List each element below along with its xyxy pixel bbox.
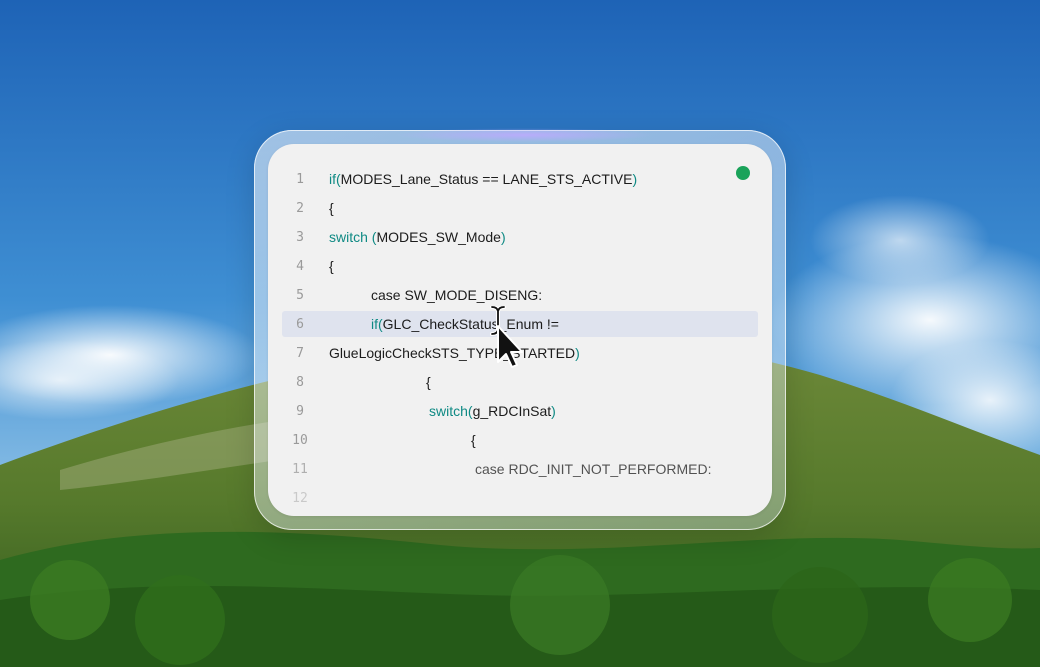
code-token: { xyxy=(329,200,334,216)
code-token: case RDC_INIT_NOT_PERFORMED: xyxy=(475,461,712,477)
code-token: { xyxy=(426,374,431,390)
line-number: 5 xyxy=(296,287,304,303)
code-line[interactable]: 4 { xyxy=(282,253,758,279)
code-keyword: if xyxy=(371,316,378,332)
code-widget: 1 if(MODES_Lane_Status == LANE_STS_ACTIV… xyxy=(254,128,786,530)
code-line-highlighted[interactable]: 6 if(GLC_CheckStatus_Enum != xyxy=(282,311,758,337)
code-token: case SW_MODE_DISENG: xyxy=(371,287,543,303)
line-text: GlueLogicCheckSTS_TYPE_STARTED) xyxy=(329,345,580,361)
code-token: GLC_CheckStatus_Enum != xyxy=(382,316,559,332)
code-editor[interactable]: 1 if(MODES_Lane_Status == LANE_STS_ACTIV… xyxy=(268,144,772,516)
code-keyword: ) xyxy=(632,171,638,187)
line-text: case RDC_INIT_NOT_PERFORMED: xyxy=(475,461,711,477)
code-line[interactable]: 8 { xyxy=(282,369,758,395)
line-text: if(MODES_Lane_Status == LANE_STS_ACTIVE) xyxy=(329,171,637,187)
line-number: 3 xyxy=(296,229,304,245)
line-number: 8 xyxy=(296,374,304,390)
code-line[interactable]: 2 { xyxy=(282,195,758,221)
code-keyword: ) xyxy=(575,345,580,361)
code-keyword: switch ( xyxy=(329,229,377,245)
line-text: { xyxy=(329,258,334,274)
code-keyword: switch xyxy=(429,403,468,419)
line-text: case SW_MODE_DISENG: xyxy=(371,287,542,303)
line-number: 4 xyxy=(296,258,304,274)
code-keyword: if xyxy=(329,171,336,187)
code-line[interactable]: 7 GlueLogicCheckSTS_TYPE_STARTED) xyxy=(282,340,758,366)
code-token: MODES_SW_Mode xyxy=(376,229,501,245)
line-text: switch(g_RDCInSat) xyxy=(429,403,556,419)
code-keyword: ) xyxy=(500,229,506,245)
line-number: 7 xyxy=(296,345,304,361)
code-keyword: ) xyxy=(551,403,556,419)
line-number: 12 xyxy=(292,490,308,506)
code-line[interactable]: 1 if(MODES_Lane_Status == LANE_STS_ACTIV… xyxy=(282,166,758,192)
code-token: { xyxy=(471,432,476,448)
line-number: 1 xyxy=(296,171,304,187)
code-line[interactable]: 5 case SW_MODE_DISENG: xyxy=(282,282,758,308)
line-text: { xyxy=(426,374,431,390)
line-number: 11 xyxy=(292,461,308,477)
code-line[interactable]: 9 switch(g_RDCInSat) xyxy=(282,398,758,424)
code-token: GlueLogicCheckSTS_TYPE_STARTED xyxy=(329,345,576,361)
code-token: MODES_Lane_Status == LANE_STS_ACTIVE xyxy=(340,171,633,187)
glow-highlight xyxy=(394,128,654,142)
code-token: { xyxy=(329,258,334,274)
line-number: 10 xyxy=(292,432,308,448)
code-line[interactable]: 12 xyxy=(282,485,758,511)
code-line[interactable]: 10 { xyxy=(282,427,758,453)
line-number: 9 xyxy=(296,403,304,419)
code-line[interactable]: 11 case RDC_INIT_NOT_PERFORMED: xyxy=(282,456,758,482)
line-text: if(GLC_CheckStatus_Enum != xyxy=(371,316,559,332)
line-number: 2 xyxy=(296,200,304,216)
line-text: switch (MODES_SW_Mode) xyxy=(329,229,506,245)
code-line[interactable]: 3 switch (MODES_SW_Mode) xyxy=(282,224,758,250)
line-text: { xyxy=(471,432,476,448)
line-text: { xyxy=(329,200,334,216)
line-number: 6 xyxy=(296,316,304,332)
code-token: g_RDCInSat xyxy=(472,403,552,419)
